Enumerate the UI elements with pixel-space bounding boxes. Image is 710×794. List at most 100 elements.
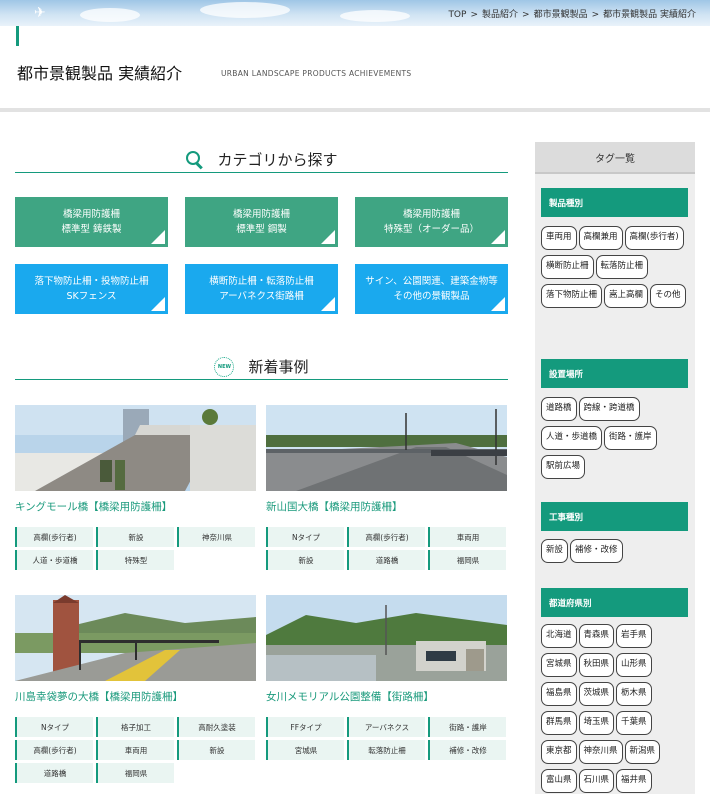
- breadcrumb-item[interactable]: 製品紹介: [482, 10, 518, 20]
- category-label-line1: 橋梁用防護柵: [402, 209, 460, 220]
- sidebar-tag[interactable]: 埼玉県: [578, 711, 615, 735]
- sidebar-tag[interactable]: 転落防止柵: [595, 255, 649, 279]
- case-title[interactable]: 新山国大橋【橋梁用防護柵】: [266, 499, 403, 514]
- category-label-line1: 落下物防止柵・投物防止柵: [34, 276, 149, 287]
- sidebar-tag[interactable]: 神奈川県: [578, 740, 623, 764]
- sidebar-tag[interactable]: 嵩上高欄: [604, 284, 649, 308]
- new-badge-icon: NEW: [214, 357, 235, 377]
- sidebar-tag[interactable]: 高欄兼用: [578, 226, 623, 250]
- case-title[interactable]: 女川メモリアル公園整備【街路柵】: [266, 689, 434, 704]
- case-tag[interactable]: 高欄(歩行者): [347, 527, 425, 547]
- sidebar-tag[interactable]: 補修・改修: [570, 539, 623, 563]
- sidebar-tag[interactable]: 石川県: [578, 769, 615, 793]
- sidebar-tag-list-construction: 新設 補修・改修: [541, 539, 691, 568]
- case-tag[interactable]: 高欄(歩行者): [15, 527, 93, 547]
- category-label-line2: 標準型 鋳鉄製: [61, 224, 122, 235]
- category-button-urbanex[interactable]: 横断防止柵・転落防止柵 アーバネクス街路柵: [185, 264, 338, 314]
- sidebar-tag[interactable]: 茨城県: [578, 682, 615, 706]
- sidebar-tag[interactable]: 青森県: [578, 624, 615, 648]
- case-tag[interactable]: 車両用: [428, 527, 506, 547]
- case-tag[interactable]: FFタイプ: [266, 717, 344, 737]
- sidebar-tag[interactable]: 跨線・跨道橋: [578, 397, 640, 421]
- case-tag-list: 高欄(歩行者) 新設 神奈川県 人道・歩道橋 特殊型: [15, 527, 256, 570]
- sidebar-tag[interactable]: 栃木県: [616, 682, 652, 706]
- sidebar-tag[interactable]: 東京都: [541, 740, 577, 764]
- case-tag[interactable]: 道路橋: [15, 763, 93, 783]
- case-tag[interactable]: 福岡県: [96, 763, 174, 783]
- corner-arrow-icon: [321, 297, 335, 311]
- sidebar-tag[interactable]: 高欄(歩行者): [624, 226, 684, 250]
- case-tag[interactable]: 人道・歩道橋: [15, 550, 93, 570]
- sidebar-group-product-type: 製品種別: [541, 188, 688, 217]
- header-banner: ✈ TOP > 製品紹介 > 都市景観製品 > 都市景観製品 実績紹介: [0, 0, 710, 26]
- sidebar-tag[interactable]: 岩手県: [616, 624, 652, 648]
- sidebar-tag[interactable]: 道路橋: [541, 397, 577, 421]
- case-tag[interactable]: 転落防止柵: [347, 740, 425, 760]
- sidebar-tag[interactable]: 横断防止柵: [541, 255, 594, 279]
- sidebar-tag[interactable]: 人道・歩道橋: [541, 426, 603, 450]
- case-tag[interactable]: 新設: [96, 527, 174, 547]
- case-tag[interactable]: 格子加工: [96, 717, 174, 737]
- sidebar-tag[interactable]: 千葉県: [616, 711, 652, 735]
- case-tag[interactable]: 新設: [177, 740, 255, 760]
- case-tag[interactable]: 街路・護岸: [428, 717, 506, 737]
- sidebar-tag[interactable]: 車両用: [541, 226, 577, 250]
- case-tag-list: Nタイプ 格子加工 高耐久塗装 高欄(歩行者) 車両用 新設 道路橋 福岡県: [15, 717, 256, 783]
- sidebar-tag[interactable]: 富山県: [541, 769, 577, 793]
- corner-arrow-icon: [151, 230, 165, 244]
- cloud-decoration: [80, 8, 140, 22]
- sidebar-tag[interactable]: 落下物防止柵: [541, 284, 603, 308]
- case-image-kawashima[interactable]: [15, 595, 256, 681]
- case-title[interactable]: キングモール橋【橋梁用防護柵】: [15, 499, 172, 514]
- category-button-steel[interactable]: 橋梁用防護柵 標準型 鋼製: [185, 197, 338, 247]
- title-divider: [0, 108, 710, 112]
- sidebar-tag[interactable]: 群馬県: [541, 711, 577, 735]
- sidebar-tag[interactable]: 山形県: [616, 653, 652, 677]
- category-button-sk-fence[interactable]: 落下物防止柵・投物防止柵 SKフェンス: [15, 264, 168, 314]
- category-label-line2: アーバネクス街路柵: [219, 291, 304, 302]
- case-tag[interactable]: Nタイプ: [266, 527, 344, 547]
- sidebar-tag[interactable]: 新潟県: [624, 740, 661, 764]
- case-tag[interactable]: 宮城県: [266, 740, 344, 760]
- case-title[interactable]: 川島幸袋夢の大橋【橋梁用防護柵】: [15, 689, 183, 704]
- case-tag[interactable]: 補修・改修: [428, 740, 506, 760]
- category-label-line2: SKフェンス: [66, 291, 117, 302]
- corner-arrow-icon: [151, 297, 165, 311]
- category-label-line2: 標準型 鋼製: [236, 224, 287, 235]
- case-tag[interactable]: 神奈川県: [177, 527, 255, 547]
- corner-arrow-icon: [491, 297, 505, 311]
- case-tag[interactable]: 新設: [266, 550, 344, 570]
- sidebar-tag[interactable]: 福島県: [541, 682, 577, 706]
- case-tag[interactable]: Nタイプ: [15, 717, 93, 737]
- case-tag[interactable]: アーバネクス: [347, 717, 425, 737]
- category-label-line1: 橋梁用防護柵: [62, 209, 120, 220]
- sidebar-tag[interactable]: 駅前広場: [541, 455, 586, 479]
- case-image-shin-yamakuni[interactable]: [266, 405, 507, 491]
- breadcrumb-item[interactable]: TOP: [448, 10, 466, 20]
- breadcrumb-item[interactable]: 都市景観製品: [534, 10, 588, 20]
- sidebar-tag[interactable]: その他: [650, 284, 686, 308]
- sidebar-tag[interactable]: 福井県: [616, 769, 652, 793]
- logo-icon[interactable]: ✈: [34, 4, 54, 22]
- category-button-other[interactable]: サイン、公園関連、建築金物等 その他の景観製品: [355, 264, 508, 314]
- breadcrumb-separator: >: [470, 10, 478, 20]
- category-label-line2: その他の景観製品: [393, 291, 470, 302]
- case-image-onagawa[interactable]: [266, 595, 507, 681]
- category-button-cast-iron[interactable]: 橋梁用防護柵 標準型 鋳鉄製: [15, 197, 168, 247]
- case-tag[interactable]: 道路橋: [347, 550, 425, 570]
- case-tag[interactable]: 福岡県: [428, 550, 506, 570]
- case-tag[interactable]: 特殊型: [96, 550, 174, 570]
- sidebar-group-prefecture: 都道府県別: [541, 588, 688, 617]
- case-tag[interactable]: 高欄(歩行者): [15, 740, 93, 760]
- search-icon: [185, 150, 203, 168]
- category-button-special[interactable]: 橋梁用防護柵 特殊型（オーダー品）: [355, 197, 508, 247]
- sidebar-tag[interactable]: 秋田県: [578, 653, 615, 677]
- sidebar-tag[interactable]: 街路・護岸: [604, 426, 657, 450]
- case-image-king-mall[interactable]: [15, 405, 256, 491]
- breadcrumb-current: 都市景観製品 実績紹介: [603, 10, 696, 20]
- sidebar-tag[interactable]: 北海道: [541, 624, 577, 648]
- case-tag[interactable]: 高耐久塗装: [177, 717, 255, 737]
- sidebar-tag[interactable]: 新設: [541, 539, 569, 563]
- sidebar-tag[interactable]: 宮城県: [541, 653, 577, 677]
- case-tag[interactable]: 車両用: [96, 740, 174, 760]
